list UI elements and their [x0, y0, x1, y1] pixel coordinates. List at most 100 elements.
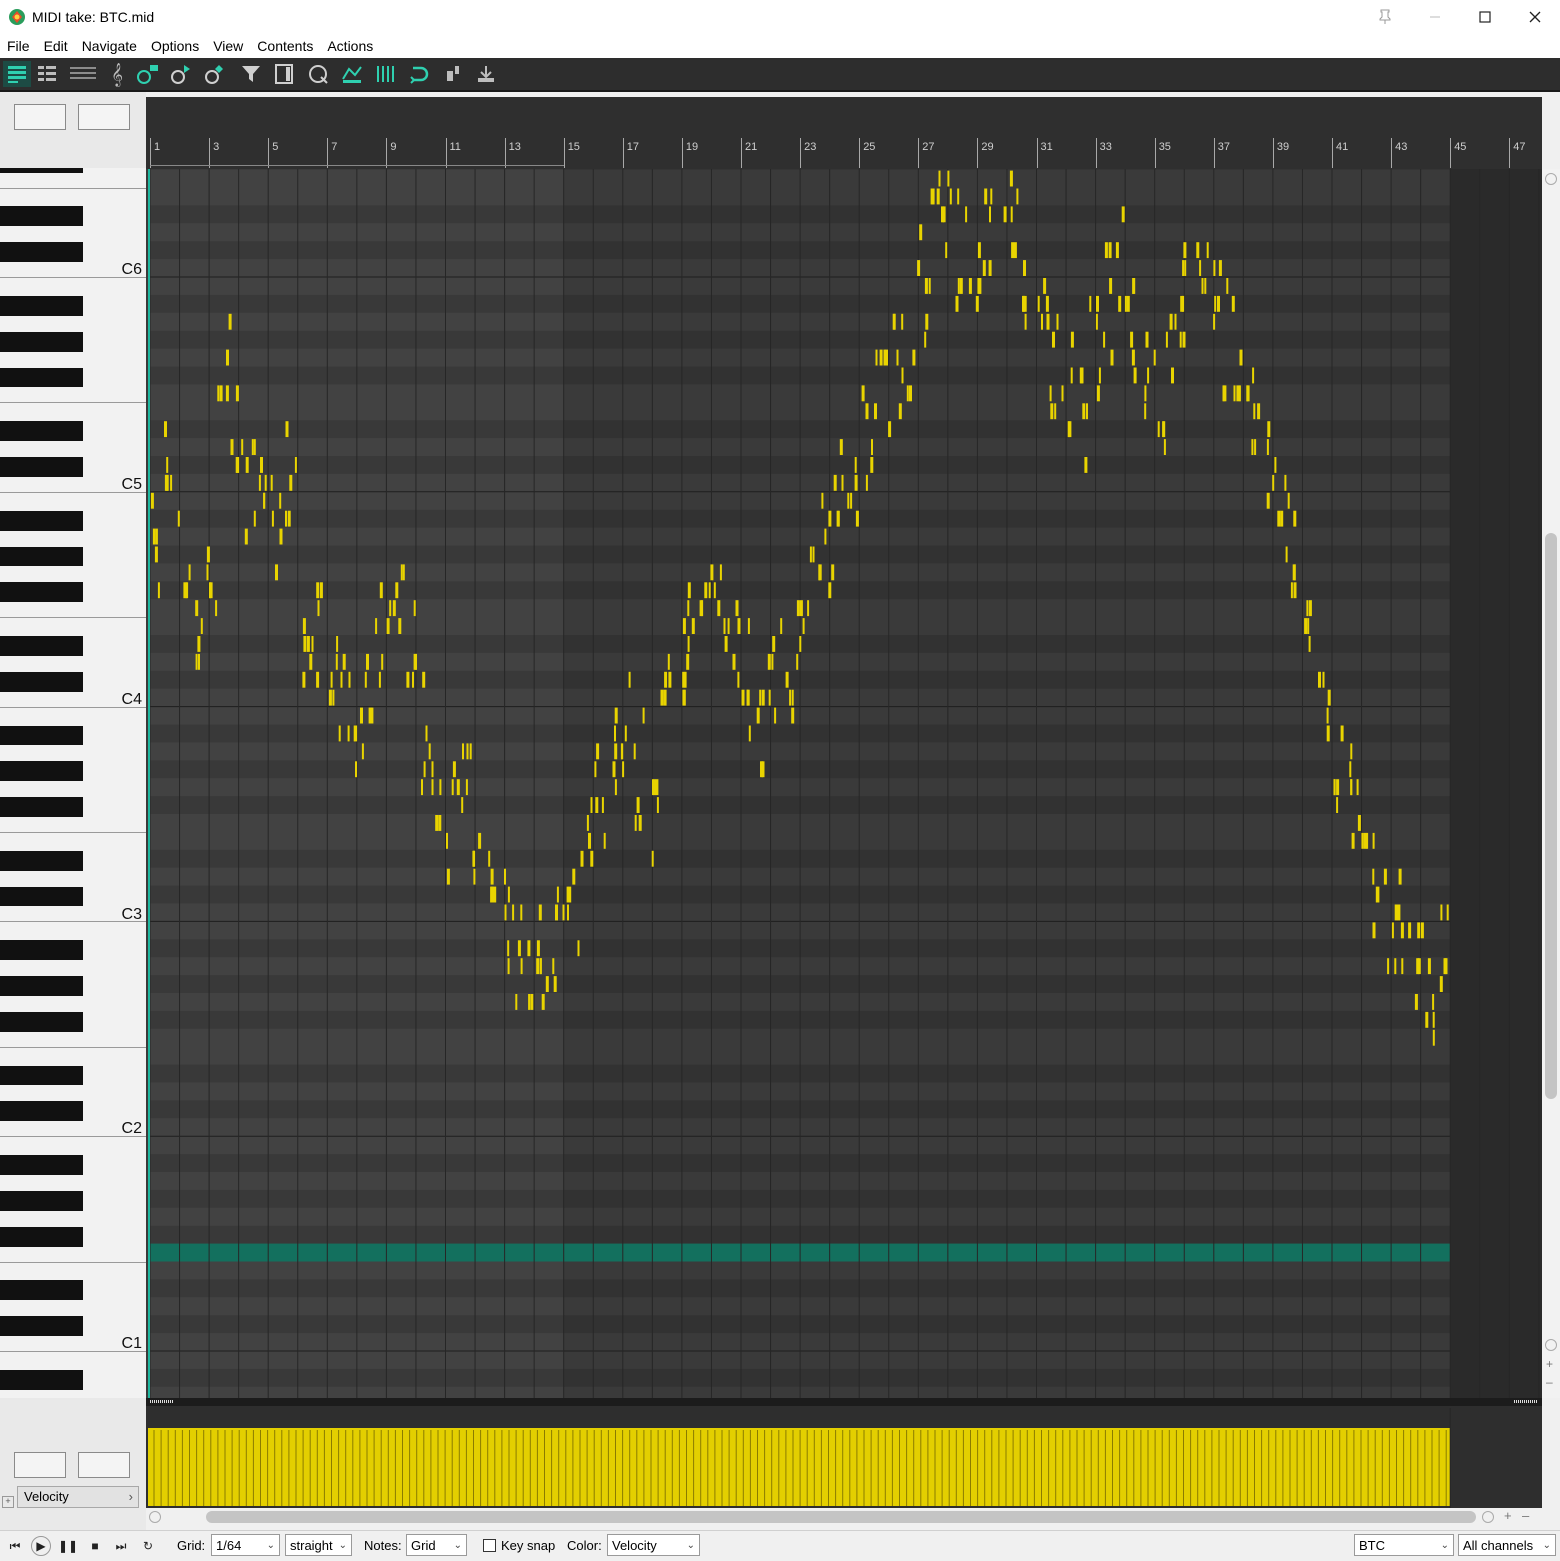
midi-note[interactable] — [892, 313, 896, 330]
midi-note[interactable] — [520, 958, 523, 975]
midi-note[interactable] — [1233, 385, 1236, 402]
midi-note[interactable] — [1068, 421, 1072, 438]
h-zoom-in-icon[interactable]: + — [1504, 1508, 1512, 1523]
velocity-lane[interactable] — [146, 1406, 1542, 1508]
event-list-view-icon[interactable] — [66, 61, 100, 87]
midi-note[interactable] — [841, 474, 844, 491]
midi-note[interactable] — [1163, 439, 1166, 455]
midi-note[interactable] — [264, 474, 267, 491]
midi-note[interactable] — [1397, 904, 1401, 921]
scroll-up-icon[interactable] — [1545, 173, 1557, 185]
midi-note[interactable] — [340, 671, 343, 688]
midi-note[interactable] — [553, 976, 557, 992]
midi-note[interactable] — [225, 385, 229, 402]
midi-note[interactable] — [428, 743, 431, 760]
midi-note[interactable] — [294, 457, 297, 473]
midi-note[interactable] — [1095, 313, 1098, 330]
midi-note[interactable] — [309, 653, 313, 670]
midi-note[interactable] — [1086, 403, 1088, 420]
midi-note[interactable] — [1304, 618, 1308, 634]
scroll-left-icon[interactable] — [149, 1511, 161, 1523]
midi-note[interactable] — [1147, 367, 1150, 384]
midi-note[interactable] — [528, 994, 531, 1010]
midi-note[interactable] — [883, 349, 886, 366]
midi-note[interactable] — [1133, 367, 1137, 384]
midi-note[interactable] — [1427, 958, 1431, 975]
midi-note[interactable] — [785, 671, 789, 688]
midi-note[interactable] — [1350, 779, 1353, 796]
midi-note[interactable] — [760, 761, 763, 778]
midi-note[interactable] — [896, 349, 899, 366]
midi-note[interactable] — [515, 994, 518, 1010]
pin-icon[interactable] — [1360, 0, 1410, 34]
black-key[interactable] — [0, 242, 83, 263]
midi-note[interactable] — [469, 743, 472, 760]
midi-note[interactable] — [687, 636, 690, 652]
midi-note[interactable] — [975, 295, 979, 312]
midi-note[interactable] — [807, 600, 810, 617]
midi-note[interactable] — [719, 564, 722, 581]
midi-note[interactable] — [1254, 439, 1257, 455]
vertical-scrollbar[interactable]: + – — [1542, 169, 1560, 1398]
midi-note[interactable] — [1084, 457, 1088, 473]
midi-note[interactable] — [687, 600, 690, 617]
midi-note[interactable] — [1182, 295, 1185, 312]
midi-note[interactable] — [668, 671, 672, 688]
midi-note[interactable] — [465, 779, 468, 796]
insert-note-icon[interactable] — [134, 61, 162, 87]
stop-icon[interactable]: ■ — [85, 1536, 105, 1556]
midi-note[interactable] — [1110, 349, 1114, 366]
midi-note[interactable] — [1223, 385, 1227, 402]
midi-note[interactable] — [287, 510, 291, 527]
midi-note[interactable] — [275, 564, 278, 581]
play-note-icon[interactable] — [166, 61, 194, 87]
black-key[interactable] — [0, 331, 83, 352]
midi-note[interactable] — [415, 653, 417, 670]
midi-note[interactable] — [586, 815, 589, 831]
midi-note[interactable] — [545, 976, 549, 992]
midi-note[interactable] — [737, 671, 740, 688]
midi-note[interactable] — [1118, 295, 1122, 312]
midi-note[interactable] — [854, 474, 858, 491]
midi-note[interactable] — [446, 868, 450, 885]
midi-note[interactable] — [1145, 331, 1149, 348]
midi-note[interactable] — [330, 671, 333, 688]
midi-note[interactable] — [901, 367, 904, 384]
midi-note[interactable] — [687, 582, 691, 599]
midi-note[interactable] — [435, 815, 439, 831]
midi-note[interactable] — [538, 904, 542, 921]
midi-note[interactable] — [1165, 331, 1168, 348]
midi-note[interactable] — [398, 618, 402, 634]
midi-note[interactable] — [1070, 367, 1073, 384]
midi-note[interactable] — [164, 421, 167, 438]
midi-note[interactable] — [988, 260, 992, 276]
midi-note[interactable] — [206, 564, 209, 581]
black-key[interactable] — [0, 976, 83, 996]
midi-note[interactable] — [590, 850, 594, 867]
midi-note[interactable] — [833, 474, 837, 491]
midi-note[interactable] — [316, 671, 320, 688]
scroll-right-icon[interactable] — [1482, 1511, 1494, 1523]
midi-note[interactable] — [217, 385, 220, 402]
black-key[interactable] — [0, 797, 83, 817]
midi-note[interactable] — [717, 600, 721, 617]
midi-note[interactable] — [1408, 922, 1412, 939]
midi-note[interactable] — [941, 206, 944, 223]
cc-lane-icon[interactable] — [338, 61, 366, 87]
black-key[interactable] — [0, 1190, 83, 1211]
maximize-button[interactable] — [1460, 0, 1510, 34]
midi-note[interactable] — [517, 940, 521, 957]
velocity-lane-select[interactable]: Velocity › — [17, 1486, 139, 1508]
midi-note[interactable] — [727, 618, 730, 634]
midi-note[interactable] — [1124, 295, 1127, 312]
edit-note-icon[interactable] — [200, 61, 228, 87]
midi-note[interactable] — [412, 671, 414, 688]
midi-note[interactable] — [520, 904, 523, 921]
midi-note[interactable] — [170, 474, 173, 491]
midi-note[interactable] — [197, 636, 201, 652]
midi-note[interactable] — [1153, 349, 1156, 366]
midi-note[interactable] — [1439, 976, 1443, 992]
midi-note[interactable] — [723, 618, 726, 634]
midi-note[interactable] — [317, 600, 320, 617]
play-icon[interactable]: ▶ — [31, 1536, 51, 1556]
